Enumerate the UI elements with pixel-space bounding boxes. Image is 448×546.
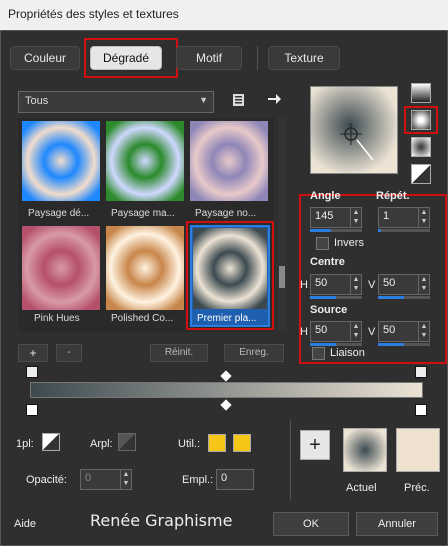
window-title: Propriétés des styles et textures [0, 0, 448, 30]
bottom-right-stop-icon[interactable] [415, 404, 427, 416]
sunburst-gradient-type-icon[interactable] [411, 164, 431, 184]
tab-color[interactable]: Couleur [10, 46, 80, 70]
use-color-swatch[interactable] [208, 434, 226, 452]
previous-swatch[interactable] [396, 428, 440, 472]
centre-h-slider[interactable] [310, 296, 362, 299]
gradient-thumb-polished-copper[interactable] [106, 226, 184, 310]
spin-arrows-icon[interactable]: ▲ ▼ [350, 275, 361, 294]
ok-button[interactable]: OK [273, 512, 349, 536]
top-right-marker-icon[interactable] [415, 366, 427, 378]
angle-slider[interactable] [310, 229, 362, 232]
stroke-swatch-icon[interactable] [42, 433, 60, 451]
gradient-thumb-paysage-marin[interactable] [106, 121, 184, 201]
arrow-right-icon[interactable] [266, 91, 282, 107]
gradient-caption: Pink Hues [34, 313, 80, 324]
tab-texture[interactable]: Texture [268, 46, 340, 70]
gradient-scrollbar[interactable] [278, 118, 286, 332]
source-h-label: H [300, 326, 308, 338]
opacity-label: Opacité: [26, 474, 67, 486]
source-v-label: V [368, 326, 376, 338]
fill-label: Arpl: [90, 438, 113, 450]
gradient-thumb-premier-plan[interactable] [193, 228, 267, 309]
bottom-left-stop-icon[interactable] [26, 404, 38, 416]
rectangular-gradient-type-icon[interactable] [411, 110, 431, 130]
link-label: Liaison [330, 347, 365, 359]
source-h-slider[interactable] [310, 343, 362, 346]
chevron-down-icon: ▼ [199, 95, 208, 105]
angle-handle-icon[interactable] [355, 138, 377, 164]
source-h-value: 50 [315, 324, 328, 336]
gradient-caption: Paysage dé... [28, 208, 90, 219]
position-label: Empl.: [182, 474, 214, 486]
top-left-marker-icon[interactable] [26, 366, 38, 378]
spin-arrows-icon[interactable]: ▲ ▼ [418, 322, 429, 341]
add-gradient-button[interactable]: + [18, 344, 48, 362]
linear-gradient-type-icon[interactable] [411, 83, 431, 103]
use-label: Util.: [178, 438, 200, 450]
gradient-caption: Paysage ma... [111, 208, 175, 219]
position-input[interactable]: 0 [216, 469, 254, 490]
gradient-caption: Premier pla... [197, 313, 257, 324]
repeat-input[interactable]: 1 ▲ ▼ [378, 207, 430, 228]
tab-pattern[interactable]: Motif [176, 46, 242, 70]
angle-input[interactable]: 145 ▲ ▼ [310, 207, 362, 228]
angle-label: Angle [310, 190, 341, 202]
spin-arrows-icon[interactable]: ▲ ▼ [350, 322, 361, 341]
current-swatch[interactable] [343, 428, 387, 472]
spin-arrows-icon[interactable]: ▲ ▼ [418, 208, 429, 227]
centre-h-label: H [300, 279, 308, 291]
angle-value: 145 [315, 210, 334, 222]
gradient-thumb-paysage-desert[interactable] [22, 121, 100, 201]
gradient-thumb-pink-hues[interactable] [22, 226, 100, 310]
cancel-button[interactable]: Annuler [356, 512, 438, 536]
save-button[interactable]: Enreg. [224, 344, 284, 362]
centre-h-input[interactable]: 50 ▲ ▼ [310, 274, 362, 295]
centre-v-slider[interactable] [378, 296, 430, 299]
spin-arrows-icon[interactable]: ▲ ▼ [350, 208, 361, 227]
category-select[interactable]: Tous ▼ [18, 91, 214, 113]
library-icon[interactable] [231, 92, 247, 108]
category-select-value: Tous [25, 95, 49, 107]
invert-checkbox[interactable] [316, 237, 329, 250]
tab-divider [257, 46, 258, 70]
fill-swatch-icon[interactable] [118, 433, 136, 451]
position-value: 0 [221, 472, 228, 484]
opacity-value: 0 [85, 472, 92, 484]
plus-icon[interactable]: + [300, 430, 330, 460]
repeat-label: Répét. [376, 190, 410, 202]
source-v-slider[interactable] [378, 343, 430, 346]
gradient-editor-bar[interactable] [30, 382, 423, 398]
centre-h-value: 50 [315, 277, 328, 289]
gradient-thumb-paysage-nocturne[interactable] [190, 121, 268, 201]
gradient-caption: Paysage no... [195, 208, 257, 219]
gradient-caption: Polished Co... [111, 313, 174, 324]
divider [290, 420, 291, 500]
watermark: Renée Graphisme [90, 511, 233, 530]
current-label: Actuel [346, 482, 377, 494]
use-color-swatch[interactable] [233, 434, 251, 452]
source-v-input[interactable]: 50 ▲ ▼ [378, 321, 430, 342]
source-h-input[interactable]: 50 ▲ ▼ [310, 321, 362, 342]
centre-v-value: 50 [383, 277, 396, 289]
stroke-label: 1pl: [16, 438, 34, 450]
link-checkbox[interactable] [312, 347, 325, 360]
tab-gradient[interactable]: Dégradé [90, 46, 162, 70]
invert-label: Invers [334, 237, 364, 249]
help-link[interactable]: Aide [14, 518, 36, 530]
source-label: Source [310, 304, 348, 316]
spin-arrows-icon[interactable]: ▲ ▼ [120, 470, 131, 489]
centre-label: Centre [310, 256, 345, 268]
spin-arrows-icon[interactable]: ▲ ▼ [418, 275, 429, 294]
previous-label: Préc. [404, 482, 430, 494]
centre-v-input[interactable]: 50 ▲ ▼ [378, 274, 430, 295]
reset-button[interactable]: Réinit. [150, 344, 208, 362]
source-v-value: 50 [383, 324, 396, 336]
radial-gradient-type-icon[interactable] [411, 137, 431, 157]
scrollbar-thumb[interactable] [279, 266, 285, 288]
repeat-value: 1 [383, 210, 390, 222]
opacity-input[interactable]: 0 ▲ ▼ [80, 469, 132, 490]
centre-v-label: V [368, 279, 376, 291]
repeat-slider[interactable] [378, 229, 430, 232]
remove-gradient-button[interactable]: - [56, 344, 82, 362]
